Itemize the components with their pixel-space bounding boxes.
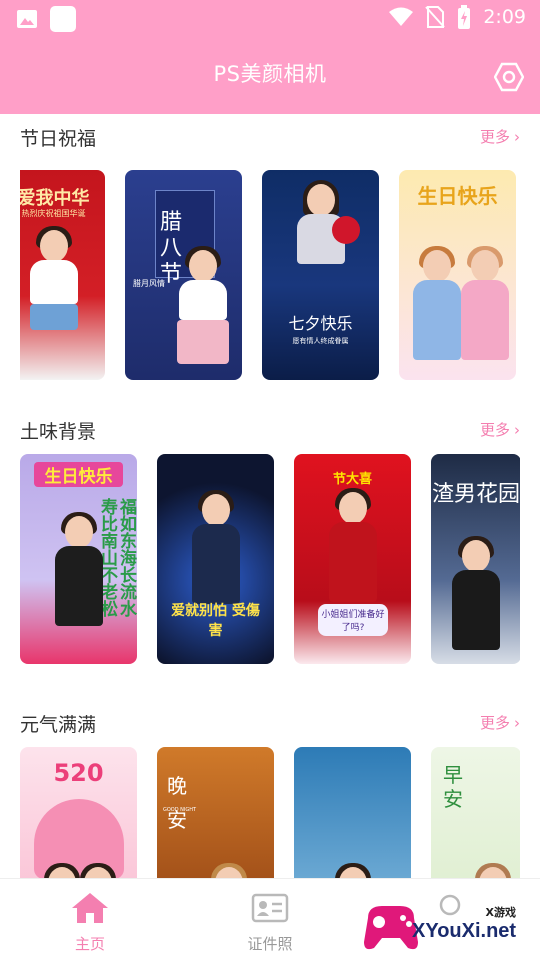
status-bar: 2:09 [0, 0, 540, 36]
card-subtitle: GOOD NIGHT [163, 807, 197, 813]
card-title: 晚安 [167, 774, 187, 832]
nav-id-photo[interactable]: 证件照 [225, 891, 315, 954]
section-title: 元气满满 [20, 714, 97, 736]
template-card[interactable]: 早安 [431, 747, 520, 879]
chevron-right-icon: › [514, 713, 520, 732]
portrait-figure [188, 490, 244, 604]
card-row: 爱我中华 热烈庆祝祖国华诞 腊八节 腊月风情 七夕快乐 愿有情人终成眷属 生日快… [20, 170, 520, 380]
template-card[interactable]: 七夕快乐 愿有情人终成眷属 [262, 170, 379, 380]
battery-charging-icon [458, 5, 471, 29]
more-label: 更多 [479, 714, 510, 732]
card-title: 爱就别怕 受傷害 [171, 603, 260, 639]
template-card[interactable]: 爱我中华 热烈庆祝祖国华诞 [20, 170, 105, 380]
chevron-right-icon: › [514, 127, 520, 146]
more-label: 更多 [479, 421, 510, 439]
more-link[interactable]: 更多 › [480, 712, 520, 733]
template-card[interactable]: 渣男花园 [431, 454, 520, 664]
home-icon [72, 893, 108, 923]
portrait-figure [325, 488, 381, 602]
section-title: 土味背景 [20, 421, 97, 443]
watermark-brand: XYouXi.net [412, 920, 517, 942]
card-subtitle: 小姐姐们准备好了吗? [318, 604, 388, 636]
nav-home[interactable]: 主页 [45, 891, 135, 954]
card-subtitle: 腊月风情 [133, 279, 165, 288]
status-time: 2:09 [483, 6, 526, 28]
gallery-icon [17, 10, 37, 28]
card-title: 七夕快乐 [288, 314, 353, 333]
no-sim-icon [425, 6, 446, 28]
card-title: 生日快乐 [417, 184, 498, 208]
template-card[interactable]: 晚安 GOOD NIGHT [157, 747, 274, 879]
card-title: 520 [53, 759, 104, 787]
portrait-figure [175, 246, 231, 370]
watermark-tag: X游戏 [485, 906, 516, 919]
card-title: 早安 [443, 763, 463, 811]
settings-hexagon-icon[interactable] [494, 62, 524, 92]
portrait-figure [26, 226, 82, 350]
chevron-right-icon: › [514, 420, 520, 439]
wifi-icon [389, 7, 414, 26]
template-card[interactable]: 520 [20, 747, 137, 879]
section-festival: 节日祝福 更多 › 爱我中华 热烈庆祝祖国华诞 腊八节 腊月风情 七夕快乐 愿有… [0, 124, 540, 384]
app-bar: PS美颜相机 [0, 36, 540, 114]
card-row: 生日快乐 福如东海长流水 寿比南山不老松 爱就别怕 受傷害 节大喜 小姐姐们准备… [20, 454, 520, 664]
more-label: 更多 [479, 128, 510, 146]
card-subtitle: 愿有情人终成眷属 [292, 337, 349, 345]
rose-bouquet [332, 216, 360, 244]
more-link[interactable]: 更多 › [480, 126, 520, 147]
card-title: 生日快乐 [34, 462, 123, 487]
more-link[interactable]: 更多 › [480, 419, 520, 440]
template-card[interactable]: 腊八节 腊月风情 [125, 170, 242, 380]
portrait-figure [51, 512, 107, 636]
section-rustic: 土味背景 更多 › 生日快乐 福如东海长流水 寿比南山不老松 爱就别怕 受傷害 … [0, 417, 540, 677]
card-title: 节大喜 [332, 472, 372, 487]
id-card-icon [251, 893, 289, 923]
card-title: 爱我中华 [20, 188, 90, 209]
portrait-figure [448, 536, 504, 660]
card-title: 渣男花园 [431, 482, 520, 507]
notification-square-icon [50, 6, 76, 32]
template-card[interactable]: 爱就别怕 受傷害 [157, 454, 274, 664]
template-card[interactable]: 生日快乐 [399, 170, 516, 380]
portrait-figure [457, 246, 513, 370]
card-subtitle: 热烈庆祝祖国华诞 [21, 209, 86, 218]
template-card[interactable]: 生日快乐 福如东海长流水 寿比南山不老松 [20, 454, 137, 664]
template-card[interactable]: 节大喜 小姐姐们准备好了吗? [294, 454, 411, 664]
card-row: 520 晚安 GOOD NIGHT 早安 [20, 747, 520, 879]
nav-id-photo-label: 证件照 [247, 935, 293, 953]
watermark-logo: X游戏 XYouXi.net [362, 898, 532, 956]
section-title: 节日祝福 [20, 128, 97, 150]
template-card[interactable] [294, 747, 411, 879]
nav-home-label: 主页 [74, 935, 105, 953]
app-title: PS美颜相机 [213, 62, 327, 86]
